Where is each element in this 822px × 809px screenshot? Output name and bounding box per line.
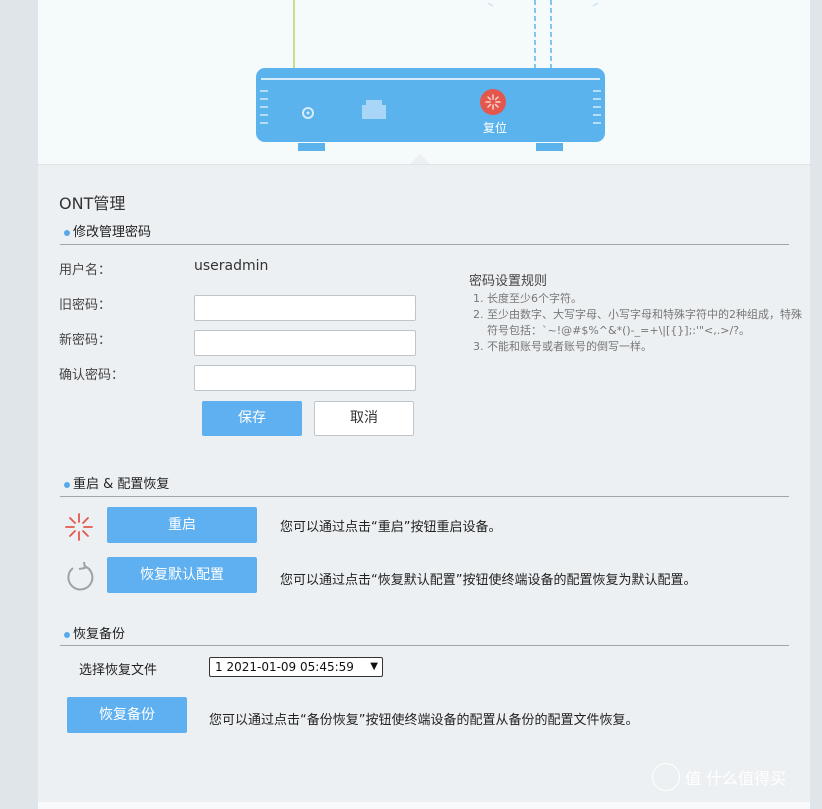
restore-default-button[interactable]: 恢复默认配置 bbox=[107, 557, 257, 593]
reboot-section-header: 重启 & 配置恢复 bbox=[64, 473, 169, 492]
reboot-button[interactable]: 重启 bbox=[107, 507, 257, 543]
old-password-input[interactable] bbox=[194, 295, 416, 321]
router-reset-label: 复位 bbox=[482, 121, 507, 135]
reboot-section-title: 重启 & 配置恢复 bbox=[73, 477, 170, 492]
router-illustration bbox=[256, 0, 605, 164]
new-password-label: 新密码： bbox=[59, 333, 112, 348]
reboot-section-divider bbox=[60, 496, 789, 497]
password-rules-title: 密码设置规则 bbox=[469, 274, 548, 289]
password-section-header: 修改管理密码 bbox=[64, 221, 151, 240]
username-label: 用户名： bbox=[59, 263, 112, 278]
password-rule: 至少由数字、大写字母、小写字母和特殊字符中的2种组成，特殊符号包括：`~!@#$… bbox=[487, 307, 812, 339]
password-rule: 长度至少6个字符。 bbox=[487, 291, 812, 307]
password-rule: 不能和账号或者账号的倒写一样。 bbox=[487, 339, 812, 355]
chevron-down-icon: ▼ bbox=[370, 661, 378, 672]
reboot-icon bbox=[63, 511, 95, 543]
backup-section-title: 恢复备份 bbox=[73, 627, 126, 642]
restore-file-select[interactable]: 1 2021-01-09 05:45:59 ▼ bbox=[209, 657, 383, 677]
right-strip bbox=[810, 0, 822, 809]
section-bullet bbox=[64, 631, 70, 638]
select-restore-file-label: 选择恢复文件 bbox=[79, 663, 158, 678]
watermark: 值 什么值得买 bbox=[652, 763, 786, 791]
page-title: ONT管理 bbox=[59, 194, 126, 213]
restore-backup-description: 您可以通过点击“备份恢复”按钮使终端设备的配置从备份的配置文件恢复。 bbox=[209, 713, 639, 728]
backup-section-header: 恢复备份 bbox=[64, 623, 125, 642]
save-button[interactable]: 保存 bbox=[202, 401, 302, 436]
reboot-description: 您可以通过点击“重启”按钮重启设备。 bbox=[280, 520, 502, 535]
router-illustration-panel: 复位 bbox=[38, 0, 810, 165]
restore-file-selected: 1 2021-01-09 05:45:59 bbox=[215, 660, 354, 674]
section-bullet bbox=[64, 481, 70, 488]
old-password-label: 旧密码： bbox=[59, 298, 112, 313]
restore-default-description: 您可以通过点击“恢复默认配置”按钮使终端设备的配置恢复为默认配置。 bbox=[280, 573, 697, 588]
section-bullet bbox=[64, 229, 70, 236]
new-password-input[interactable] bbox=[194, 330, 416, 356]
restore-backup-button[interactable]: 恢复备份 bbox=[67, 697, 187, 733]
bottom-border bbox=[38, 802, 810, 809]
backup-section-divider bbox=[60, 645, 789, 646]
password-section-title: 修改管理密码 bbox=[73, 225, 152, 240]
restore-default-icon bbox=[62, 560, 96, 594]
confirm-password-label: 确认密码： bbox=[59, 368, 125, 383]
cancel-button[interactable]: 取消 bbox=[314, 401, 414, 436]
reset-icon bbox=[480, 89, 506, 115]
watermark-text: 值 什么值得买 bbox=[685, 769, 787, 788]
confirm-password-input[interactable] bbox=[194, 365, 416, 391]
left-strip bbox=[0, 0, 38, 809]
password-rules-list: 长度至少6个字符。 至少由数字、大写字母、小写字母和特殊字符中的2种组成，特殊符… bbox=[469, 291, 812, 355]
password-section-divider bbox=[60, 244, 789, 245]
watermark-logo-icon bbox=[652, 763, 680, 791]
username-value: useradmin bbox=[194, 258, 269, 274]
